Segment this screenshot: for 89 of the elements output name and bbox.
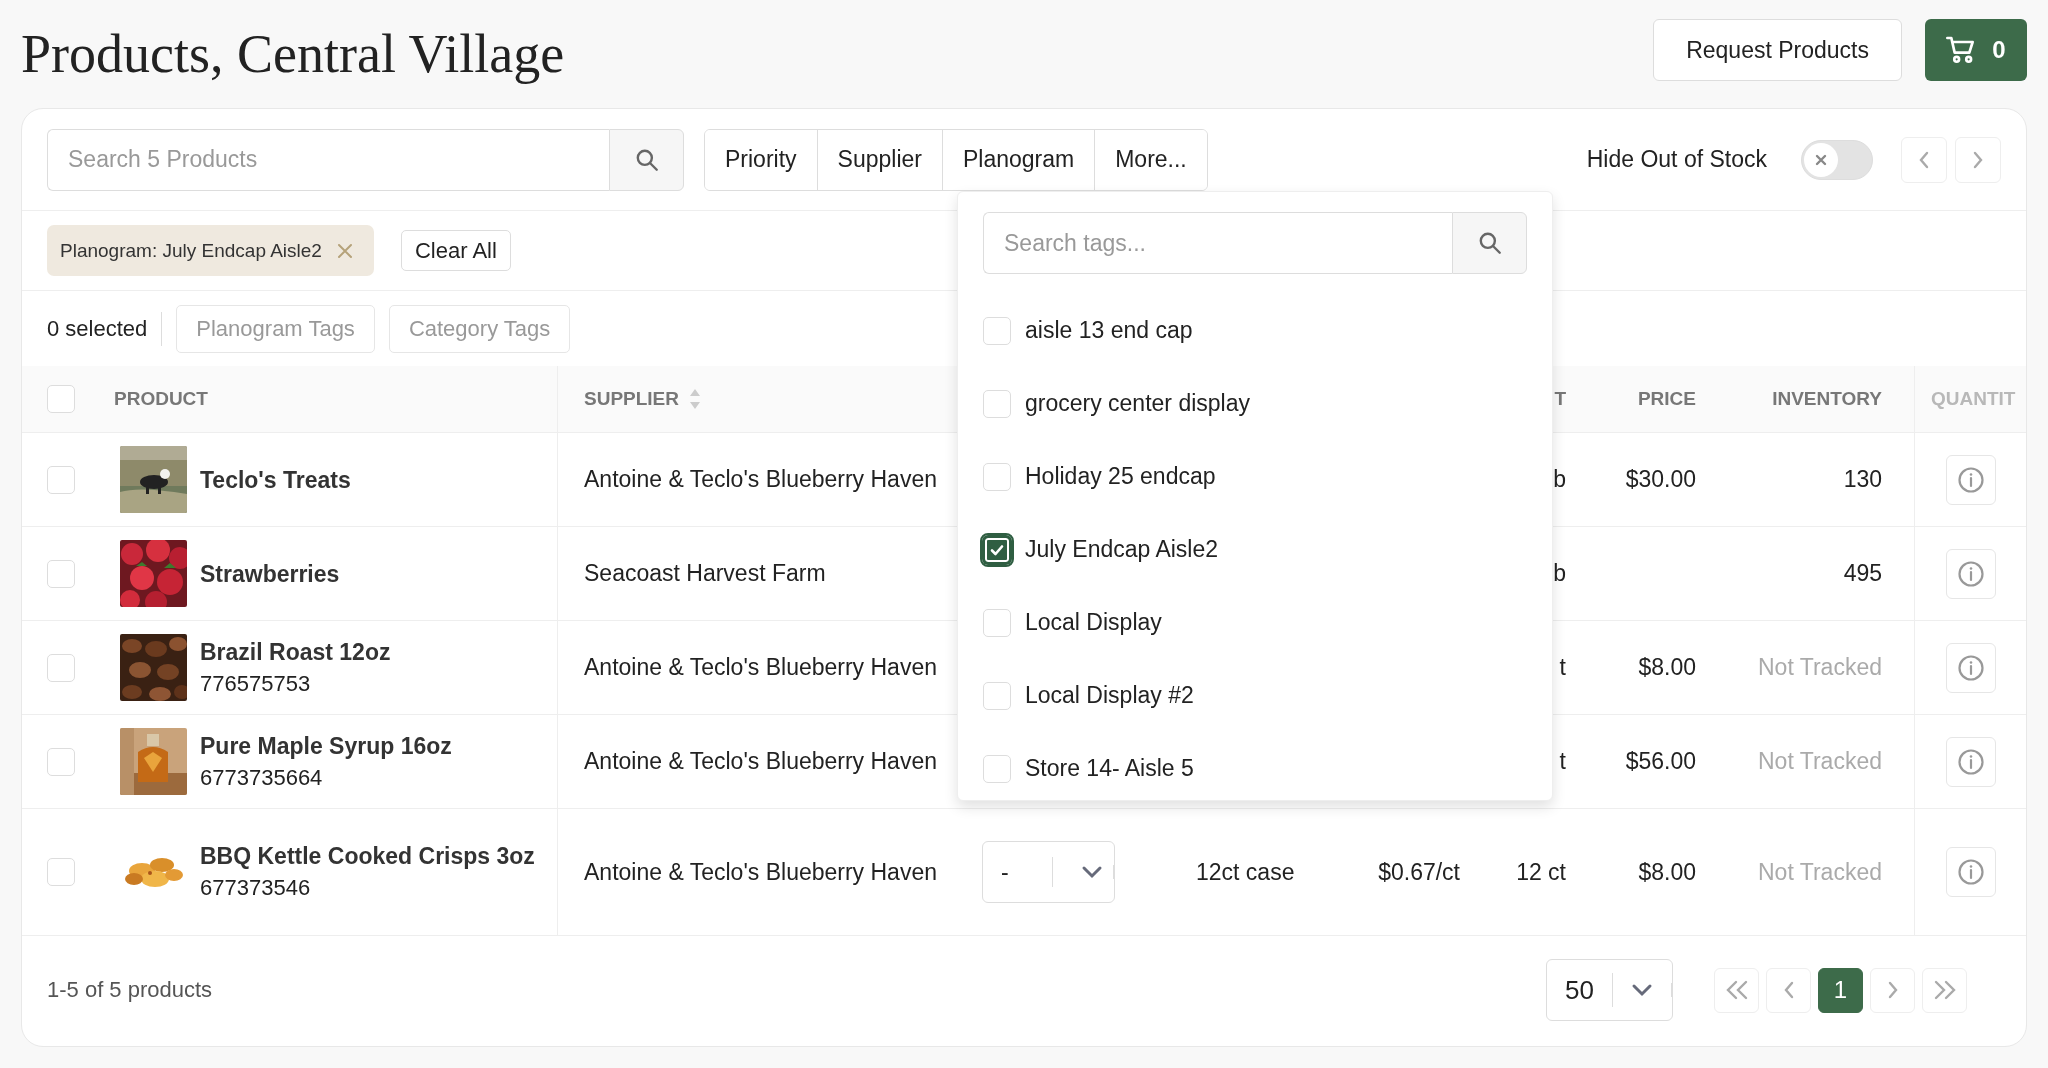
table-cell: $30.00 (1625, 466, 1696, 493)
product-name[interactable]: Teclo's Treats (200, 463, 351, 496)
next-page-button[interactable] (1870, 967, 1915, 1013)
product-code: 776575753 (200, 669, 312, 698)
table-cell: Not Tracked (1758, 858, 1882, 886)
info-icon (1956, 858, 1985, 886)
tag-option[interactable]: Local Display (1025, 609, 1162, 636)
product-code: 6773735664 (200, 763, 324, 792)
table-cell: Antoine & Teclo's Blueberry Haven (584, 748, 937, 775)
row-checkbox[interactable] (47, 653, 75, 682)
request-products-button[interactable]: Request Products (1653, 19, 1902, 81)
tag-option[interactable]: July Endcap Aisle2 (1025, 536, 1219, 563)
clear-all-button[interactable]: Clear All (400, 230, 511, 271)
row-checkbox[interactable] (47, 465, 75, 494)
filter-chip-label: Planogram: July Endcap Aisle2 (60, 239, 322, 262)
table-cell: Not Tracked (1758, 748, 1882, 775)
table-cell: Seacoast Harvest Farm (584, 560, 826, 587)
info-icon (1956, 465, 1985, 494)
last-page-button[interactable] (1922, 967, 1967, 1013)
search-button[interactable] (1452, 212, 1527, 274)
table-cell: Antoine & Teclo's Blueberry Haven (584, 858, 937, 886)
filter-button[interactable]: More... (1094, 129, 1207, 190)
table-cell: b (1553, 560, 1566, 587)
column-header: T (1554, 388, 1566, 410)
tag-checkbox[interactable] (983, 535, 1011, 564)
table-cell: $0.67/ct (1378, 858, 1460, 886)
info-icon (1956, 653, 1985, 682)
pack-select[interactable]: - (982, 841, 1115, 903)
column-header[interactable]: SUPPLIER (584, 388, 680, 410)
column-header: PRICE (1637, 388, 1696, 410)
chevron-right-icon (1971, 149, 1985, 170)
table-cell: Not Tracked (1758, 654, 1882, 681)
info-button[interactable] (1945, 847, 1996, 897)
table-cell: t (1559, 654, 1566, 681)
product-name[interactable]: BBQ Kettle Cooked Crisps 3oz (200, 840, 535, 872)
chevron-left-icon (1917, 149, 1931, 170)
close-icon (1815, 153, 1827, 166)
table-cell: $8.00 (1638, 654, 1696, 681)
tag-option[interactable]: aisle 13 end cap (1025, 317, 1193, 344)
product-name[interactable]: Pure Maple Syrup 16oz (200, 729, 452, 762)
page-button[interactable]: 1 (1818, 967, 1863, 1013)
selected-count: 0 selected (47, 311, 163, 346)
table-cell: b (1553, 466, 1566, 493)
info-icon (1956, 747, 1985, 776)
info-button[interactable] (1945, 548, 1996, 599)
toggle-switch[interactable] (1801, 139, 1873, 180)
table-cell: 130 (1843, 466, 1882, 493)
search-field[interactable]: Search 5 Products (47, 128, 609, 191)
info-button[interactable] (1945, 736, 1996, 787)
scroll-left-button[interactable] (1901, 136, 1947, 183)
select-all-checkbox[interactable] (47, 385, 75, 413)
page-size-select[interactable]: 50 (1546, 959, 1673, 1021)
product-code: 677373546 (200, 874, 312, 902)
row-checkbox[interactable] (47, 747, 75, 776)
search-button[interactable] (609, 128, 684, 191)
tag-option[interactable]: Local Display #2 (1025, 682, 1194, 709)
table-cell: $56.00 (1625, 748, 1696, 775)
table-cell: t (1559, 748, 1566, 775)
previous-page-button[interactable] (1766, 967, 1811, 1013)
info-icon (1956, 559, 1985, 588)
chevron-down-icon (1081, 865, 1103, 879)
tag-option[interactable]: Store 14- Aisle 5 (1025, 755, 1194, 782)
column-header: PRODUCT (114, 388, 208, 410)
sort-icon (689, 388, 702, 410)
close-icon[interactable] (335, 241, 354, 260)
tag-search-field[interactable]: Search tags... (983, 212, 1452, 274)
scroll-right-button[interactable] (1955, 136, 2001, 183)
column-header: INVENTORY (1772, 388, 1882, 410)
product-name[interactable]: Strawberries (200, 557, 340, 590)
table-cell: 12ct case (1196, 858, 1295, 886)
first-page-button[interactable] (1714, 967, 1759, 1013)
info-button[interactable] (1945, 642, 1996, 693)
tag-option[interactable]: Holiday 25 endcap (1025, 463, 1216, 490)
table-cell: $8.00 (1638, 858, 1696, 886)
chevron-down-icon (1631, 983, 1653, 997)
cart-button[interactable]: 0 (1925, 19, 2027, 81)
product-name[interactable]: Brazil Roast 12oz (200, 635, 391, 668)
info-button[interactable] (1945, 454, 1996, 505)
page-title: Products, Central Village (21, 23, 565, 85)
row-checkbox[interactable] (47, 858, 75, 886)
toggle-label: Hide Out of Stock (1586, 146, 1767, 173)
table-cell: 495 (1843, 560, 1882, 587)
table-cell: Antoine & Teclo's Blueberry Haven (584, 654, 937, 681)
pagination-summary: 1-5 of 5 products (47, 977, 213, 1003)
table-cell: Antoine & Teclo's Blueberry Haven (584, 466, 937, 493)
column-header: QUANTIT (1931, 388, 2016, 410)
table-cell: 12 ct (1516, 858, 1566, 886)
row-checkbox[interactable] (47, 559, 75, 588)
tag-option[interactable]: grocery center display (1025, 390, 1250, 417)
